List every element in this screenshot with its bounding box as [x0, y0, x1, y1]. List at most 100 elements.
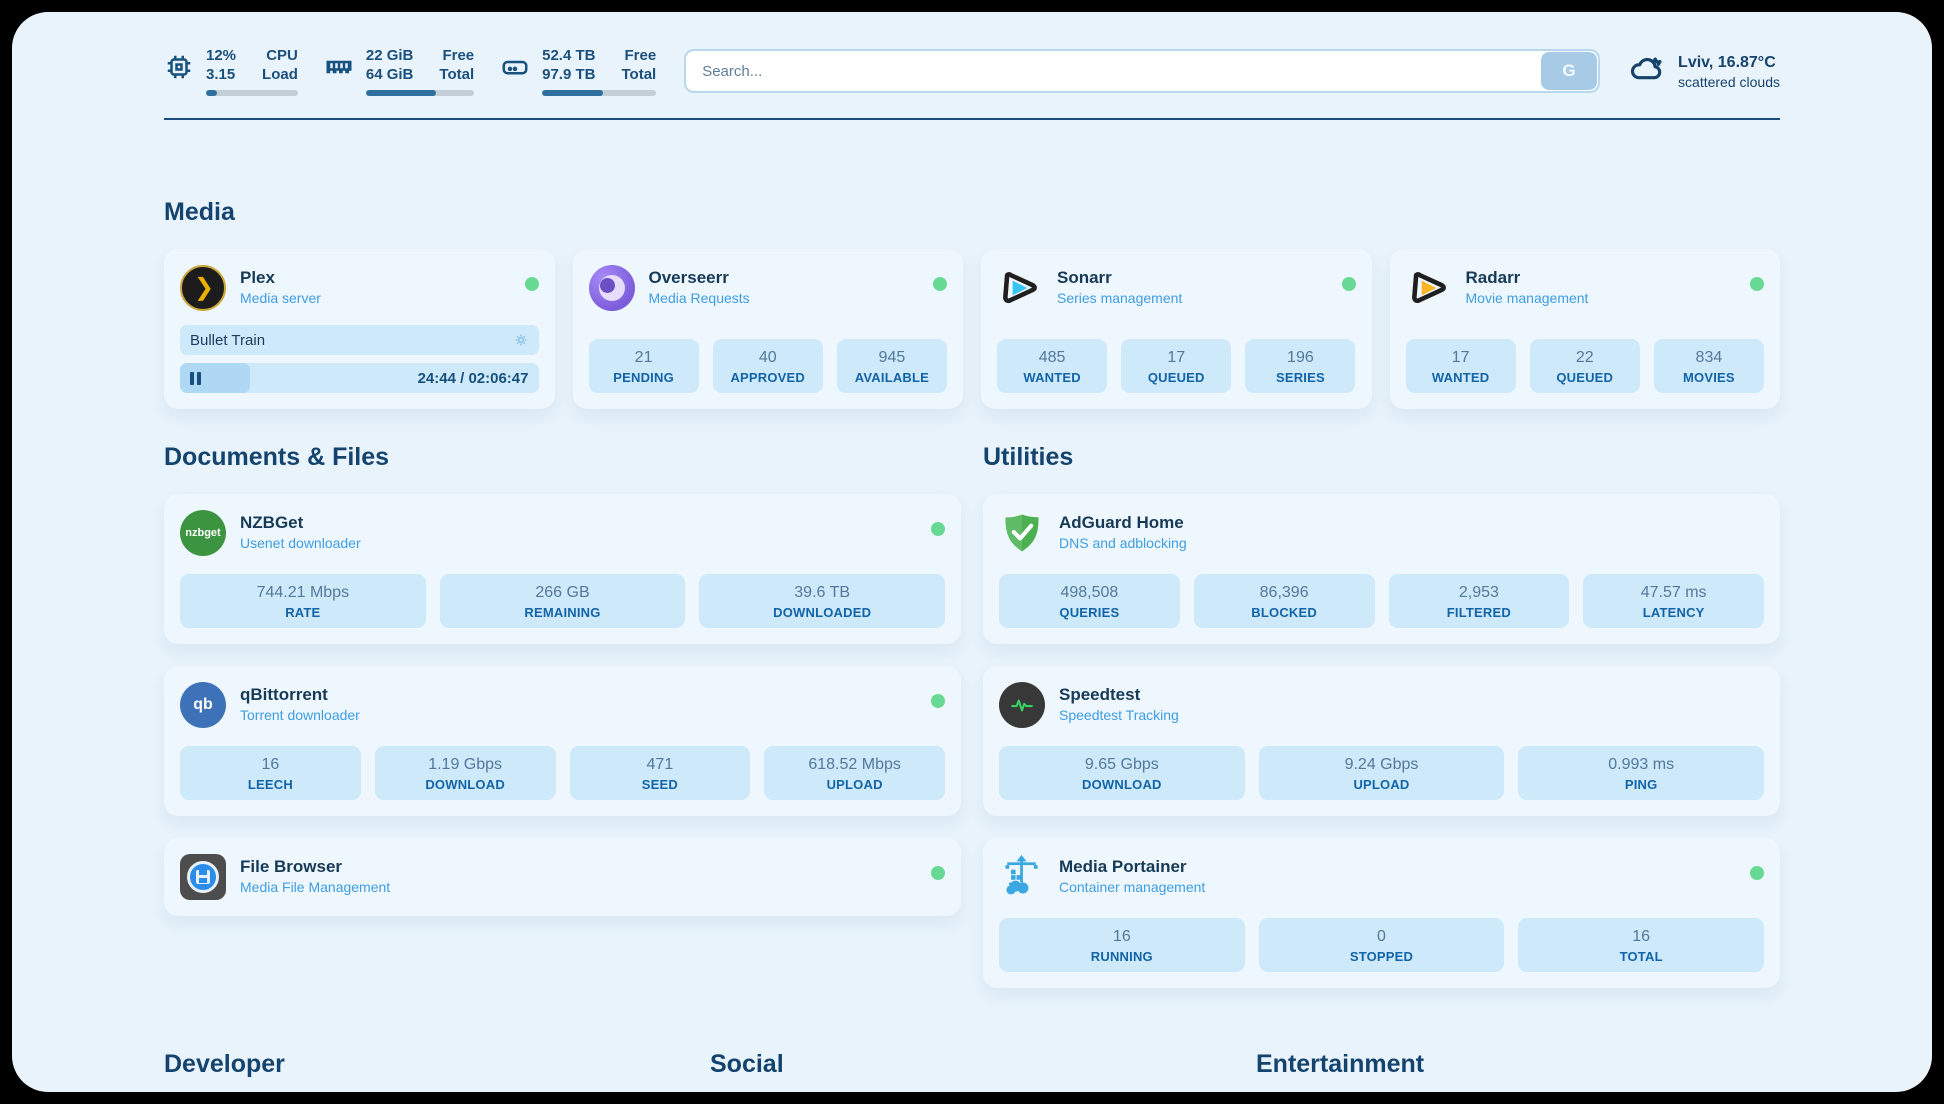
section-title-utilities: Utilities: [983, 443, 1780, 472]
stat-total: 16 TOTAL: [1518, 918, 1764, 972]
card-sonarr[interactable]: Sonarr Series management 485 WANTED 17 Q…: [981, 249, 1372, 409]
qbittorrent-icon: qb: [180, 682, 226, 728]
section-title-documents: Documents & Files: [164, 443, 961, 472]
stat-value: 86,396: [1260, 583, 1309, 603]
search-input[interactable]: [684, 49, 1600, 93]
stat-label: WANTED: [1432, 370, 1490, 385]
card-title: Speedtest: [1059, 684, 1764, 706]
card-title: File Browser: [240, 856, 917, 878]
card-subtitle: DNS and adblocking: [1059, 534, 1764, 553]
stat-label: RUNNING: [1091, 949, 1153, 964]
card-overseerr[interactable]: Overseerr Media Requests 21 PENDING 40 A…: [573, 249, 964, 409]
section-title-developer: Developer: [164, 1050, 688, 1079]
stat-value: 196: [1287, 348, 1314, 368]
stat-label: WANTED: [1023, 370, 1081, 385]
speedtest-icon: [999, 682, 1045, 728]
stat-pending: 21 PENDING: [589, 339, 699, 393]
stat-label: REMAINING: [524, 605, 600, 620]
card-title: Sonarr: [1057, 267, 1328, 289]
cloud-icon: [1628, 50, 1666, 93]
status-dot-online: [1750, 277, 1764, 291]
stat-value: 2,953: [1459, 583, 1499, 603]
status-dot-online: [525, 277, 539, 291]
stat-value: 47.57 ms: [1641, 583, 1707, 603]
section-media: Media ❯ Plex Media server Bullet Train: [164, 198, 1780, 409]
stat-approved: 40 APPROVED: [713, 339, 823, 393]
card-title: Overseerr: [649, 267, 920, 289]
section-title-social: Social: [710, 1050, 1234, 1079]
card-subtitle: Movie management: [1466, 289, 1737, 308]
section-title-media: Media: [164, 198, 1780, 227]
cpu-load-value: 3.15: [206, 65, 235, 84]
stat-label: QUERIES: [1059, 605, 1119, 620]
stat-queued: 17 QUEUED: [1121, 339, 1231, 393]
stat-latency: 47.57 ms LATENCY: [1583, 574, 1764, 628]
stat-value: 22: [1576, 348, 1594, 368]
disk-stat-group: 52.4 TB 97.9 TB Free Total: [500, 46, 656, 96]
stat-queries: 498,508 QUERIES: [999, 574, 1180, 628]
stat-value: 16: [1113, 927, 1131, 947]
adguard-icon: [999, 510, 1045, 556]
stat-ping: 0.993 ms PING: [1518, 746, 1764, 800]
stat-remaining: 266 GB REMAINING: [440, 574, 686, 628]
disk-total-value: 97.9 TB: [542, 65, 595, 84]
plex-icon: ❯: [180, 265, 226, 311]
stat-value: 9.24 Gbps: [1345, 755, 1419, 775]
weather-widget: Lviv, 16.87°C scattered clouds: [1628, 50, 1780, 93]
status-dot-online: [933, 277, 947, 291]
hardware-stats: 12% 3.15 CPU Load: [164, 46, 656, 96]
card-adguard[interactable]: AdGuard Home DNS and adblocking 498,508 …: [983, 494, 1780, 644]
stat-label: DOWNLOAD: [425, 777, 505, 792]
stat-value: 40: [759, 348, 777, 368]
stat-label: SEED: [642, 777, 678, 792]
stat-filtered: 2,953 FILTERED: [1389, 574, 1570, 628]
portainer-icon: [999, 854, 1045, 900]
section-social: Social LI LinkedIn linkedin.com TW Twitt…: [710, 1050, 1234, 1092]
header: 12% 3.15 CPU Load: [164, 12, 1780, 96]
card-title: Media Portainer: [1059, 856, 1736, 878]
stat-label: BLOCKED: [1251, 605, 1317, 620]
stat-value: 471: [647, 755, 674, 775]
stat-downloaded: 39.6 TB DOWNLOADED: [699, 574, 945, 628]
cpu-label: CPU: [266, 46, 298, 65]
stat-label: UPLOAD: [827, 777, 883, 792]
stat-upload: 9.24 Gbps UPLOAD: [1259, 746, 1505, 800]
cpu-load-label: Load: [262, 65, 298, 84]
disk-total-label: Total: [621, 65, 656, 84]
stat-label: DOWNLOAD: [1082, 777, 1162, 792]
stat-label: RATE: [285, 605, 320, 620]
dashboard-window: 12% 3.15 CPU Load: [12, 12, 1932, 1092]
card-qbittorrent[interactable]: qb qBittorrent Torrent downloader 16 LEE…: [164, 666, 961, 816]
card-title: AdGuard Home: [1059, 512, 1764, 534]
card-radarr[interactable]: Radarr Movie management 17 WANTED 22 QUE…: [1390, 249, 1781, 409]
card-subtitle: Media File Management: [240, 878, 917, 897]
stat-download: 9.65 Gbps DOWNLOAD: [999, 746, 1245, 800]
stat-value: 0.993 ms: [1608, 755, 1674, 775]
stat-queued: 22 QUEUED: [1530, 339, 1640, 393]
section-developer: Developer GH Github github.com SO StackO…: [164, 1050, 688, 1092]
section-entertainment: Entertainment YT YouTube youtube.com NF …: [1256, 1050, 1780, 1092]
card-title: Plex: [240, 267, 511, 289]
status-dot-online: [1342, 277, 1356, 291]
stat-label: AVAILABLE: [855, 370, 929, 385]
gear-icon[interactable]: [513, 332, 529, 348]
search-engine-button[interactable]: G: [1541, 52, 1597, 90]
stat-blocked: 86,396 BLOCKED: [1194, 574, 1375, 628]
stat-value: 0: [1377, 927, 1386, 947]
card-nzbget[interactable]: nzbget NZBGet Usenet downloader 744.21 M…: [164, 494, 961, 644]
stat-leech: 16 LEECH: [180, 746, 361, 800]
status-dot-online: [931, 694, 945, 708]
pause-icon[interactable]: [190, 372, 201, 385]
weather-location: Lviv, 16.87°C: [1678, 52, 1780, 73]
stat-label: TOTAL: [1620, 949, 1663, 964]
card-plex[interactable]: ❯ Plex Media server Bullet Train: [164, 249, 555, 409]
plex-now-playing-row: Bullet Train: [180, 325, 539, 355]
card-filebrowser[interactable]: File Browser Media File Management: [164, 838, 961, 916]
stat-value: 21: [635, 348, 653, 368]
card-portainer[interactable]: Media Portainer Container management 16 …: [983, 838, 1780, 988]
card-speedtest[interactable]: Speedtest Speedtest Tracking 9.65 Gbps D…: [983, 666, 1780, 816]
ram-progress-bar: [366, 90, 474, 96]
stat-value: 9.65 Gbps: [1085, 755, 1159, 775]
stat-value: 945: [879, 348, 906, 368]
cpu-icon: [164, 46, 194, 87]
